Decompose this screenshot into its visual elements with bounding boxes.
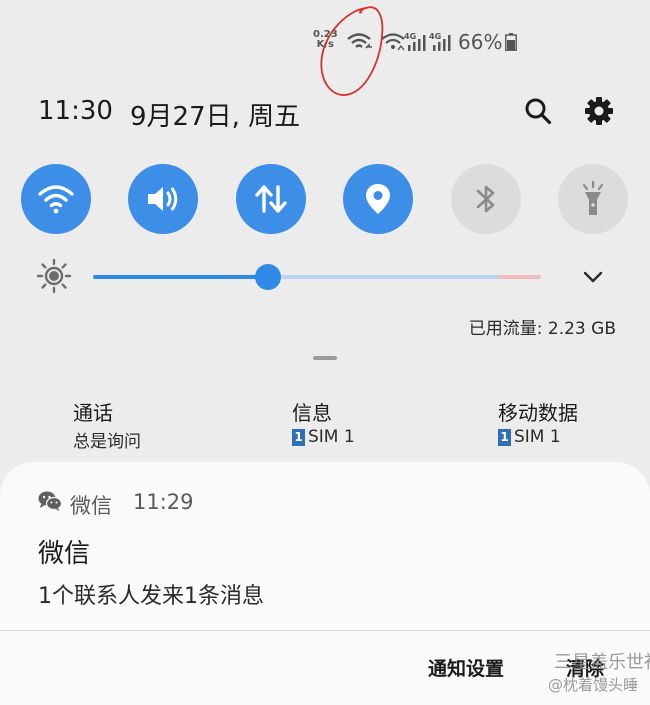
signal-type-1: 4G: [404, 32, 416, 41]
notification-title: 微信: [38, 539, 91, 569]
gear-icon: [585, 97, 613, 125]
notification-divider: [0, 630, 650, 631]
sound-icon: [148, 187, 178, 211]
sim-mobile-data-title[interactable]: 移动数据: [498, 397, 578, 426]
search-button[interactable]: [521, 94, 555, 128]
mobile-data-icon: [255, 185, 287, 213]
signal-strength-icon-1: 4G: [404, 32, 426, 51]
date: 9月27日, 周五: [130, 102, 301, 132]
wifi-toggle[interactable]: [21, 164, 91, 234]
clock: 11:30: [38, 96, 113, 126]
signal-strength-icon-2: 4G: [429, 32, 451, 51]
wechat-icon: [38, 491, 62, 511]
sim-call-value-text: 总是询问: [73, 432, 141, 452]
search-icon: [525, 98, 552, 125]
brightness-fill: [93, 275, 268, 279]
sim-mobile-data-value: 1 SIM 1: [498, 427, 561, 447]
mobile-data-toggle[interactable]: [236, 164, 306, 234]
sim-card-icon: 1: [292, 428, 305, 446]
brightness-slider-thumb[interactable]: [254, 264, 281, 290]
bluetooth-toggle[interactable]: [451, 164, 521, 234]
battery-icon: [505, 33, 517, 51]
sim-call-value: 总是询问: [73, 427, 141, 452]
wifi-icon: [38, 185, 74, 214]
signal-type-2: 4G: [429, 32, 441, 41]
sim-mobile-data-value-text: SIM 1: [514, 427, 561, 447]
expand-chevron-icon[interactable]: [578, 264, 608, 290]
battery-percent: 66%: [458, 30, 503, 54]
notification-settings-button[interactable]: 通知设置: [428, 654, 504, 681]
settings-button[interactable]: [582, 94, 616, 128]
location-toggle[interactable]: [343, 164, 413, 234]
bluetooth-icon: [476, 185, 495, 213]
flashlight-toggle[interactable]: [558, 164, 628, 234]
notification-app-name: 微信: [70, 494, 112, 518]
location-icon: [366, 184, 390, 214]
notification-time: 11:29: [133, 490, 194, 514]
sim-call-title[interactable]: 通话: [73, 397, 113, 426]
brightness-icon: [36, 258, 72, 294]
flashlight-icon: [582, 181, 604, 215]
watermark-author: @枕着馒头睡: [548, 676, 639, 694]
sim-message-value: 1 SIM 1: [292, 427, 355, 447]
notification-body: 1个联系人发来1条消息: [38, 584, 264, 609]
sound-toggle[interactable]: [128, 164, 198, 234]
brightness-track-high: [498, 275, 541, 279]
annotation-circle: [320, 6, 384, 96]
data-usage-label[interactable]: 已用流量: 2.23 GB: [469, 314, 616, 339]
sim-card-icon: 1: [498, 428, 511, 446]
sim-message-title[interactable]: 信息: [292, 397, 332, 426]
sim-message-value-text: SIM 1: [308, 427, 355, 447]
panel-drag-handle[interactable]: [313, 356, 337, 360]
watermark-community: 三星盖乐世社区: [554, 652, 650, 673]
